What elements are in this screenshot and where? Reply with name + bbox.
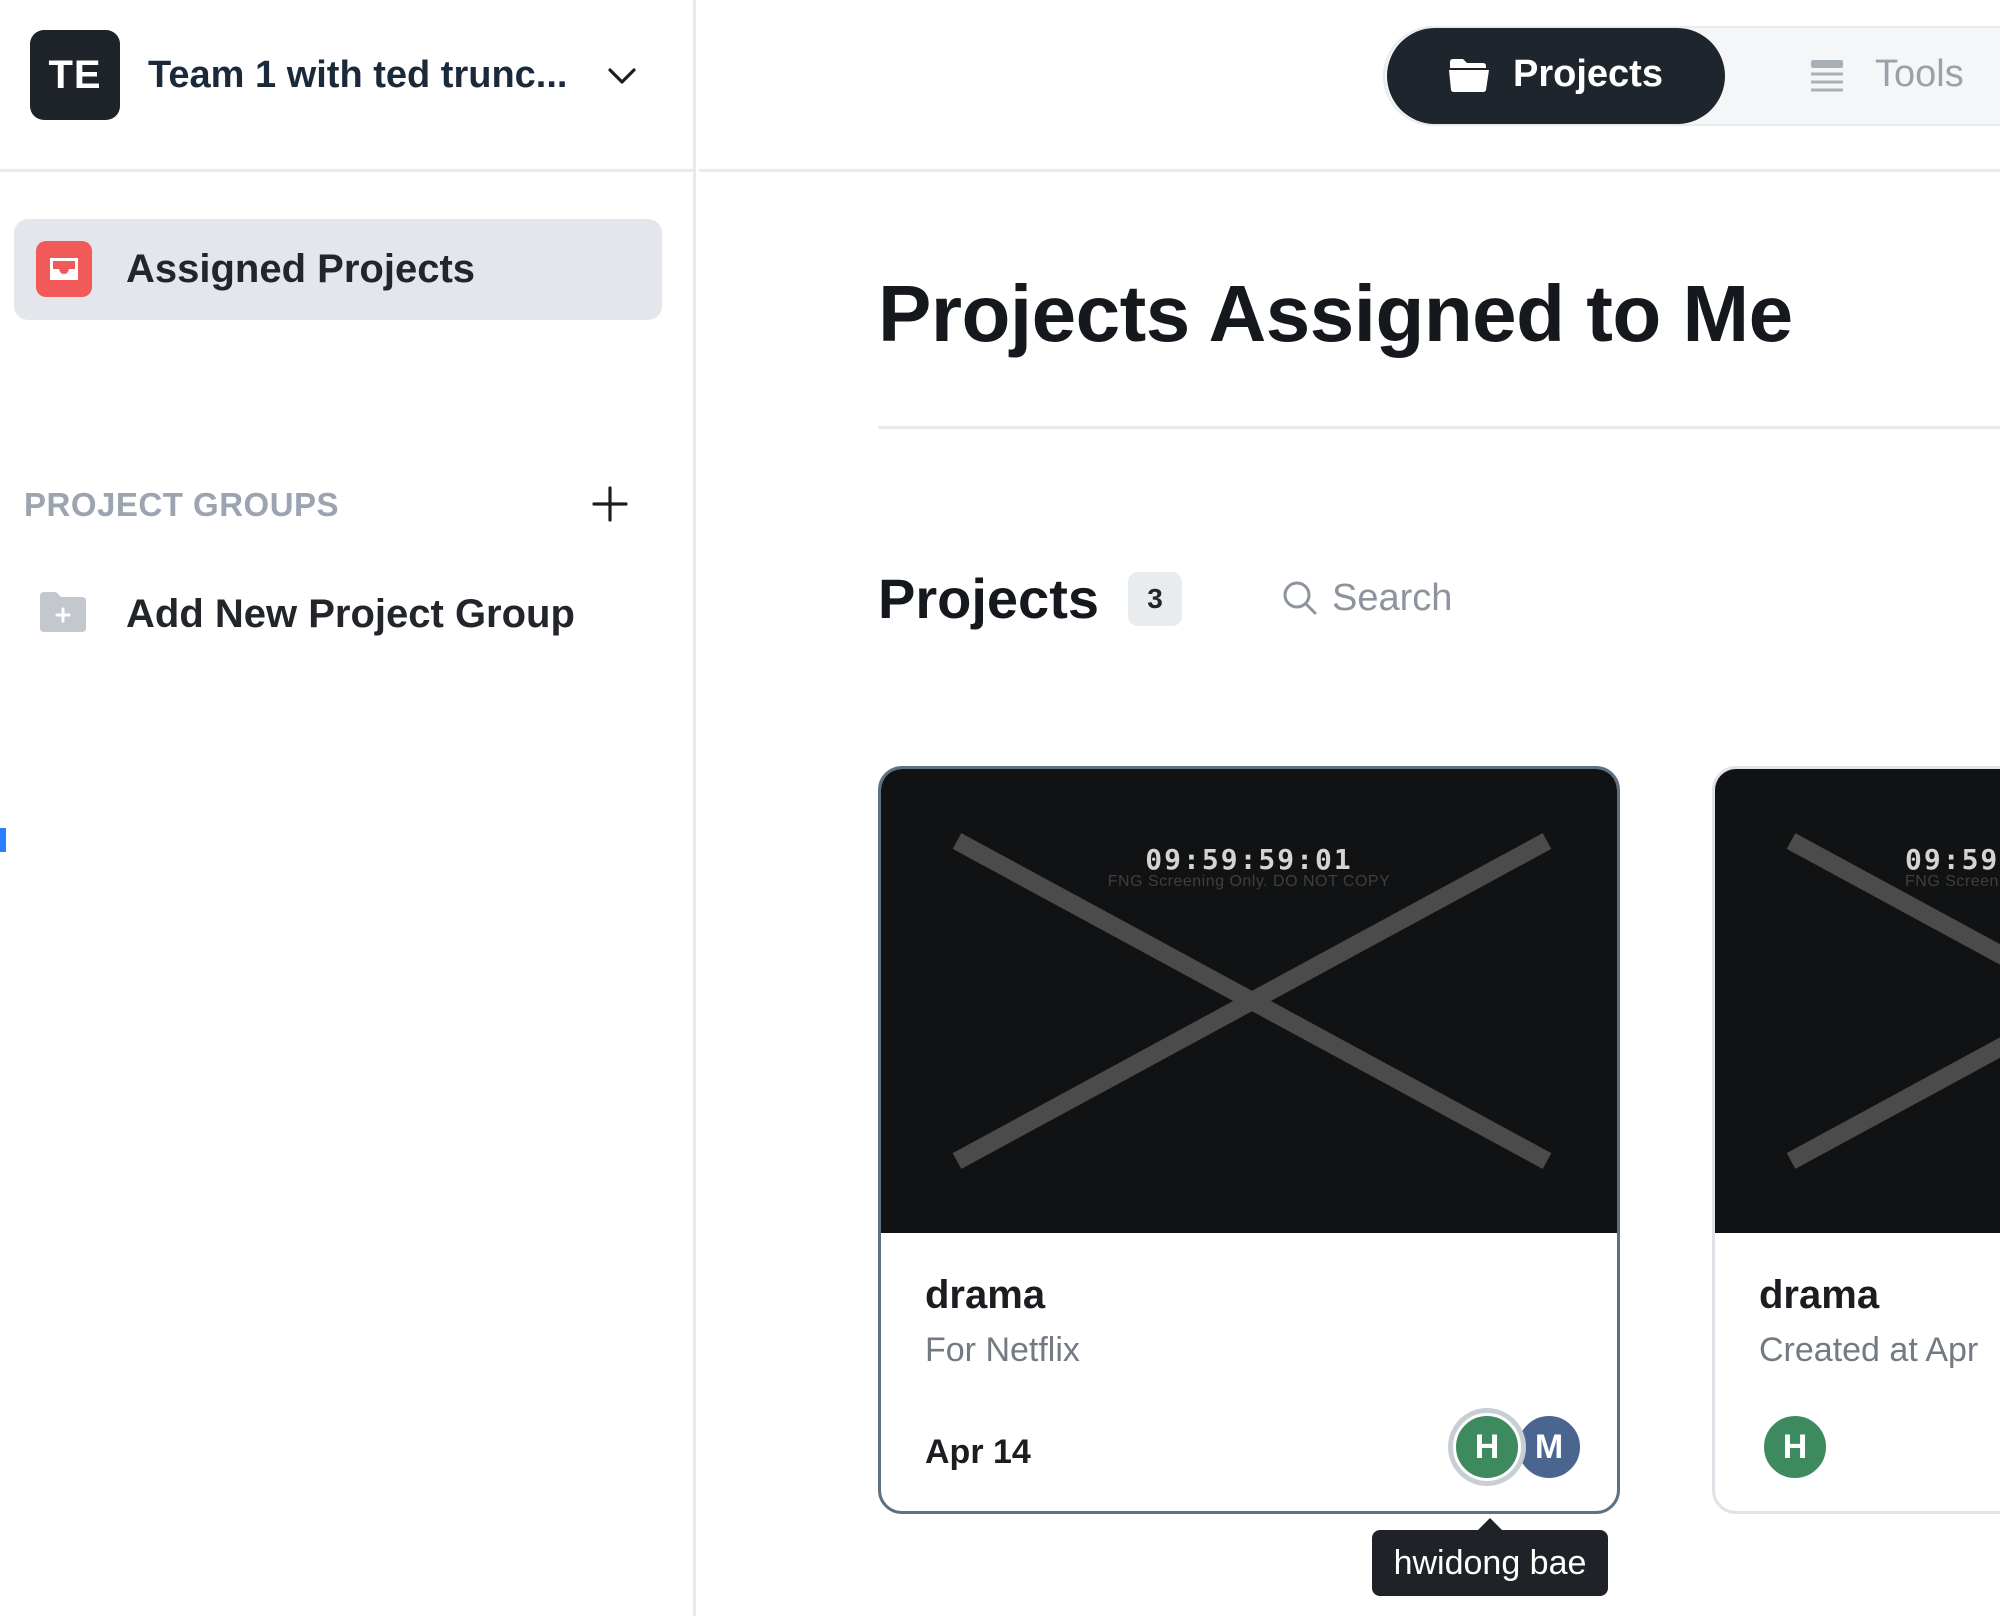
page-title: Projects Assigned to Me [878,269,1793,358]
team-name: Team 1 with ted trunc... [148,54,568,96]
project-groups-heading: PROJECT GROUPS [24,486,340,523]
top-bar: Projects Tools [699,0,2000,172]
project-thumbnail: 09:59:59:01 FNG Screening Only. DO NOT C… [881,769,1617,1233]
folder-icon [1449,59,1489,92]
thumbnail-timecode: 09:59:59:01 [1145,843,1353,876]
search-input[interactable] [1332,572,1542,624]
plus-icon[interactable] [588,482,632,526]
tab-projects-label: Projects [1513,53,1663,95]
project-thumbnail: 09:59:59:01 FNG Screening Only. DO NOT C… [1715,769,2000,1233]
project-count-badge: 3 [1128,572,1182,626]
tab-tools-label: Tools [1875,53,1964,95]
thumbnail-watermark: FNG Screening Only. DO NOT COPY [1107,873,1391,890]
project-card[interactable]: 09:59:59:01 FNG Screening Only. DO NOT C… [1712,766,2000,1514]
add-project-group-label: Add New Project Group [126,592,575,636]
avatar[interactable]: H [1761,1413,1829,1481]
project-subtitle: For Netflix [925,1331,1080,1369]
add-project-group-button[interactable]: Add New Project Group [24,580,644,650]
app-root: TE Team 1 with ted trunc... Assigned Pro… [0,0,2000,1616]
search-icon [1283,581,1317,615]
avatar[interactable]: M [1515,1413,1583,1481]
folder-plus-icon [40,592,86,632]
project-subtitle: Created at Apr [1759,1331,1979,1369]
team-avatar: TE [30,30,120,120]
sidebar: TE Team 1 with ted trunc... Assigned Pro… [0,0,696,1616]
chevron-down-icon[interactable] [602,56,642,96]
project-date: Apr 14 [925,1433,1031,1471]
scroll-marker [0,828,6,852]
sidebar-item-label: Assigned Projects [126,247,476,291]
placeholder-x-icon [1786,833,2000,1169]
project-title: drama [925,1273,1046,1317]
thumbnail-watermark: FNG Screening Only. DO NOT COPY [1905,873,2000,890]
sidebar-item-assigned-projects[interactable]: Assigned Projects [14,219,662,320]
list-icon [1811,60,1843,92]
inbox-icon [36,241,92,297]
project-card[interactable]: 09:59:59:01 FNG Screening Only. DO NOT C… [878,766,1620,1514]
placeholder-x-icon [952,833,1552,1169]
thumbnail-timecode: 09:59:59:01 [1905,843,2000,876]
project-title: drama [1759,1273,1880,1317]
divider [878,426,2000,429]
tab-tools[interactable]: Tools [1807,28,2000,124]
projects-heading: Projects [878,567,1099,630]
avatar[interactable]: H [1453,1413,1521,1481]
member-tooltip: hwidong bae [1372,1518,1608,1596]
search-box[interactable] [1280,570,1542,626]
tab-projects[interactable]: Projects [1387,28,1725,124]
team-switcher[interactable]: TE Team 1 with ted trunc... [0,0,693,172]
